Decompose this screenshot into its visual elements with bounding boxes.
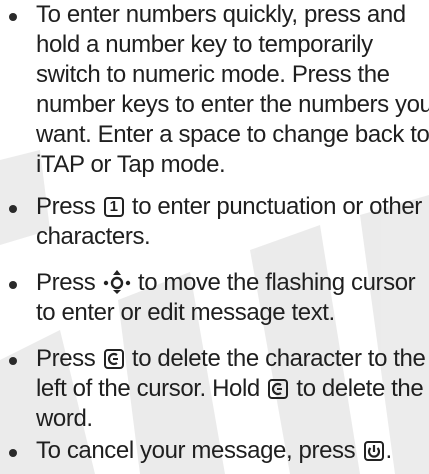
text-line: number keys to enter the numbers you (36, 91, 429, 118)
text-segment: Press (36, 345, 96, 372)
text-line: to enter or edit message text. (36, 299, 335, 326)
text-segment: Press (36, 193, 96, 220)
text-line: switch to numeric mode. Press the (36, 61, 390, 88)
text-line: Press to delete the character to the (36, 344, 426, 374)
text-segment: left of the cursor. Hold (36, 375, 260, 402)
text-segment: to delete the character to the (131, 345, 426, 372)
key-label: 1 (109, 198, 118, 215)
bullet-dot (9, 205, 17, 213)
one-key-icon: 1 (103, 197, 124, 217)
text-segment: . (385, 437, 393, 464)
text-line: characters. (36, 223, 151, 250)
text-segment: to enter punctuation or other (131, 193, 422, 220)
text-line: word. (36, 405, 93, 432)
end-key-icon (363, 441, 384, 461)
text-line: iTAP or Tap mode. (36, 151, 226, 178)
clear-key-icon (268, 379, 289, 399)
text-segment: To cancel your message, press (36, 437, 356, 464)
text-line: To enter numbers quickly, press and (36, 1, 406, 28)
text-line: Press 1 to enter punctuation or other (36, 192, 422, 222)
text-line: left of the cursor. Hold to delete the (36, 374, 424, 404)
clear-key-icon (103, 349, 124, 369)
text-segment: to delete the (296, 375, 424, 402)
text-segment: to move the flashing cursor (137, 269, 416, 296)
text-line: Press to move the flashing cursor (36, 268, 416, 298)
bullet-dot (9, 357, 17, 365)
bullet-dot (9, 281, 17, 289)
text-line: To cancel your message, press . (36, 436, 392, 466)
bullet-dot (9, 13, 17, 21)
text-line: want. Enter a space to change back to (36, 121, 429, 148)
bullet-dot (9, 449, 17, 457)
text-line: hold a number key to temporarily (36, 31, 373, 58)
text-segment: Press (36, 269, 96, 296)
nav-key-icon (103, 270, 130, 294)
